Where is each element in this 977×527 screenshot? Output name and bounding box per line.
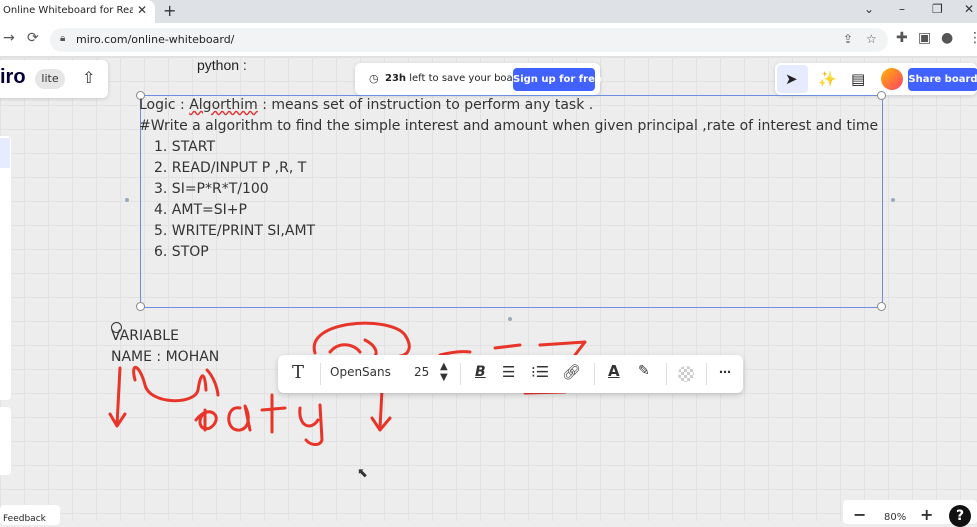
ink-letter-a — [227, 404, 252, 432]
ink-letter-d — [194, 408, 218, 432]
text-color-icon[interactable]: A — [608, 362, 620, 380]
zoom-in-button[interactable]: + — [920, 505, 933, 524]
ink-loop — [312, 321, 411, 358]
ink-letter-y — [298, 403, 324, 446]
font-size-select[interactable]: 25 — [414, 365, 429, 379]
text-style-icon[interactable]: T — [292, 362, 304, 383]
zoom-level[interactable]: 80% — [884, 512, 906, 523]
text-format-toolbar: T OpenSans 25 ▲ ▼ B ☰ ⁝☰ 🔗︎ A ✎ ⋯ — [278, 355, 743, 393]
bold-icon[interactable]: B — [475, 364, 486, 380]
ink-curve — [132, 366, 208, 403]
ink-drawing[interactable] — [0, 0, 977, 521]
divider — [460, 363, 461, 385]
ink-marks — [328, 338, 378, 358]
link-icon[interactable]: 🔗︎ — [562, 363, 581, 381]
mouse-cursor-icon: ⬉ — [357, 466, 368, 481]
fill-color-icon[interactable] — [678, 366, 694, 382]
ink-letter-t — [260, 393, 287, 434]
ink-stroke — [205, 368, 220, 397]
divider — [706, 363, 707, 385]
divider — [320, 363, 321, 385]
ink-arrow-right — [370, 388, 392, 432]
feedback-label: Feedback — [3, 514, 46, 524]
ink-arrow-left — [108, 366, 127, 428]
active-tool-bg[interactable] — [0, 138, 10, 168]
font-family-select[interactable]: OpenSans — [330, 365, 391, 379]
more-options-icon[interactable]: ⋯ — [719, 365, 731, 379]
list-icon[interactable]: ⁝☰ — [531, 363, 549, 381]
divider — [666, 363, 667, 385]
ink-dashes — [438, 340, 587, 357]
divider — [594, 363, 595, 385]
help-button[interactable]: ? — [949, 505, 971, 527]
feedback-button[interactable]: Feedback — [0, 505, 60, 525]
left-toolbar-secondary — [0, 407, 11, 475]
align-icon[interactable]: ☰ — [502, 363, 515, 381]
zoom-out-button[interactable]: − — [853, 505, 866, 524]
font-size-stepper-icon[interactable]: ▲ ▼ — [440, 361, 448, 383]
rotate-handle-icon[interactable] — [111, 322, 122, 333]
left-toolbar — [0, 136, 11, 400]
highlight-icon[interactable]: ✎ — [638, 363, 650, 379]
